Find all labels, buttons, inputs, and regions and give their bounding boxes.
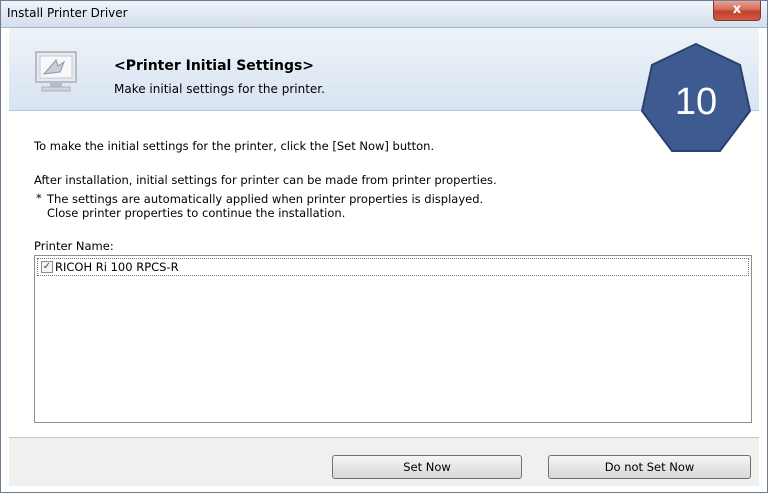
printer-checkbox[interactable]: ✓ bbox=[41, 261, 53, 273]
printer-name-label: Printer Name: bbox=[34, 239, 114, 253]
do-not-set-now-button[interactable]: Do not Set Now bbox=[548, 455, 751, 479]
close-icon: x bbox=[732, 2, 742, 17]
content-panel: To make the initial settings for the pri… bbox=[9, 111, 759, 436]
title-bar: Install Printer Driver x bbox=[1, 1, 767, 28]
computer-setup-icon bbox=[35, 51, 77, 92]
list-item[interactable]: ✓ RICOH Ri 100 RPCS-R bbox=[37, 258, 749, 276]
window-title: Install Printer Driver bbox=[7, 6, 128, 20]
note-text-2: Close printer properties to continue the… bbox=[47, 206, 346, 220]
set-now-button[interactable]: Set Now bbox=[332, 455, 522, 479]
instruction-text: To make the initial settings for the pri… bbox=[34, 139, 435, 153]
step-badge: 10 bbox=[640, 42, 752, 152]
close-button[interactable]: x bbox=[713, 1, 761, 21]
info-text: After installation, initial settings for… bbox=[34, 173, 497, 187]
note-asterisk: * bbox=[36, 191, 42, 205]
note-text-1: The settings are automatically applied w… bbox=[47, 192, 484, 206]
printer-list[interactable]: ✓ RICOH Ri 100 RPCS-R bbox=[34, 255, 752, 423]
button-bar: Set Now Do not Set Now bbox=[9, 437, 759, 486]
page-subtitle: Make initial settings for the printer. bbox=[114, 82, 325, 96]
step-number: 10 bbox=[675, 81, 717, 123]
page-title: <Printer Initial Settings> bbox=[114, 58, 315, 74]
printer-name: RICOH Ri 100 RPCS-R bbox=[55, 260, 179, 274]
